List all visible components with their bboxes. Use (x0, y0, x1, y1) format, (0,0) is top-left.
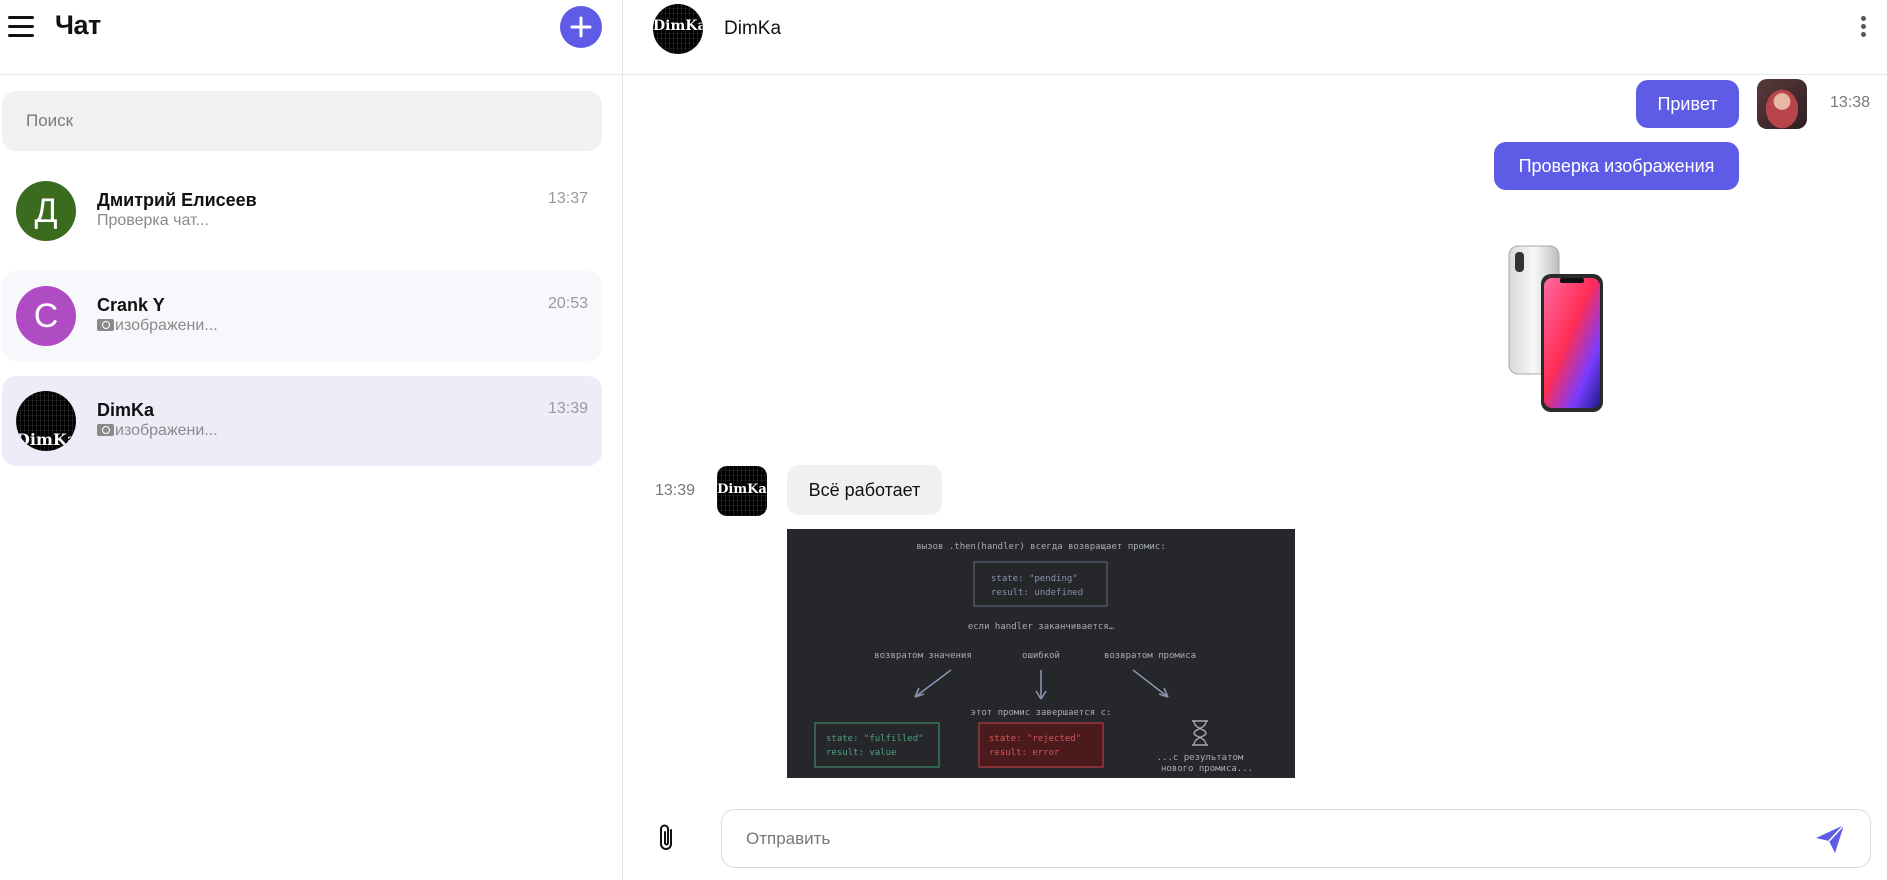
message-bubble-outgoing[interactable]: Проверка изображения (1494, 142, 1739, 190)
conversation-panel: DimKa DimKa Привет 13:38 Проверка изобра… (623, 0, 1887, 880)
conversation-header: DimKa DimKa (623, 0, 1887, 75)
message-bubble-outgoing[interactable]: Привет (1636, 80, 1739, 128)
promise-diagram-image[interactable]: вызов .then(handler) всегда возвращает п… (787, 529, 1295, 778)
diagram-fulfilled-result: result: value (826, 748, 896, 758)
diagram-new-promise-2: нового промиса... (1161, 764, 1253, 774)
hourglass-icon (1192, 720, 1208, 746)
chat-time: 20:53 (547, 295, 588, 312)
send-icon[interactable] (1813, 822, 1847, 856)
avatar: Д (16, 181, 76, 241)
avatar: C (16, 286, 76, 346)
avatar: DimKa (16, 391, 76, 451)
iphone-image[interactable] (1507, 240, 1607, 415)
chat-preview: Проверка чат... (97, 212, 209, 229)
diagram-fulfilled-state: state: "fulfilled" (826, 734, 924, 744)
attach-icon[interactable] (653, 822, 681, 854)
dimka-logo-image: DimKa (16, 391, 76, 451)
contact-name: DimKa (724, 18, 782, 39)
sender-avatar: DimKa (717, 466, 767, 516)
user-photo (1757, 79, 1807, 129)
diagram-branch-promise: возвратом промиса (1104, 651, 1196, 661)
chat-name: DimKa (97, 400, 155, 420)
contact-avatar[interactable]: DimKa (653, 4, 703, 54)
plus-icon (570, 16, 592, 38)
dimka-logo-image: DimKa (717, 466, 767, 516)
more-options-icon[interactable] (1858, 16, 1868, 40)
chat-list-item[interactable]: C Crank Y изображени... 20:53 (2, 271, 602, 361)
search-input[interactable] (2, 91, 602, 151)
diagram-rejected-state: state: "rejected" (989, 734, 1081, 744)
message-input[interactable] (721, 809, 1871, 868)
chat-preview: изображени... (97, 422, 218, 440)
message-time: 13:39 (655, 482, 696, 499)
chat-time: 13:37 (547, 190, 588, 207)
diagram-middle: если handler заканчивается… (968, 622, 1115, 632)
chat-name: Crank Y (97, 295, 165, 315)
chat-preview: изображени... (97, 317, 218, 335)
chat-list-sidebar: Чат Д Дмитрий Елисеев Проверка чат... 13… (0, 0, 623, 880)
diagram-branch-value: возвратом значения (874, 651, 972, 661)
chat-preview-text: изображени... (115, 422, 218, 439)
chat-preview-text: изображени... (115, 317, 218, 334)
diagram-pending-result: result: undefined (991, 588, 1083, 598)
sender-avatar (1757, 79, 1807, 129)
chat-name: Дмитрий Елисеев (97, 190, 257, 210)
chat-list-item-active[interactable]: DimKa DimKa изображени... 13:39 (2, 376, 602, 466)
diagram-new-promise-1: ...с результатом (1157, 753, 1244, 763)
camera-icon (97, 424, 114, 436)
chat-time: 13:39 (547, 400, 588, 417)
menu-icon[interactable] (8, 16, 34, 38)
diagram-settles: этот промис завершается с: (971, 708, 1112, 718)
app-title: Чат (55, 10, 101, 40)
message-time: 13:38 (1830, 94, 1871, 111)
new-chat-button[interactable] (560, 6, 602, 48)
dimka-logo-image: DimKa (653, 4, 703, 54)
chat-list-item[interactable]: Д Дмитрий Елисеев Проверка чат... 13:37 (2, 166, 602, 256)
message-bubble-incoming[interactable]: Всё работает (787, 465, 942, 515)
diagram-rejected-result: result: error (989, 748, 1060, 758)
diagram-pending-state: state: "pending" (991, 574, 1078, 584)
camera-icon (97, 319, 114, 331)
sidebar-header: Чат (0, 0, 623, 75)
diagram-branch-error: ошибкой (1022, 650, 1060, 661)
diagram-title: вызов .then(handler) всегда возвращает п… (916, 542, 1165, 552)
